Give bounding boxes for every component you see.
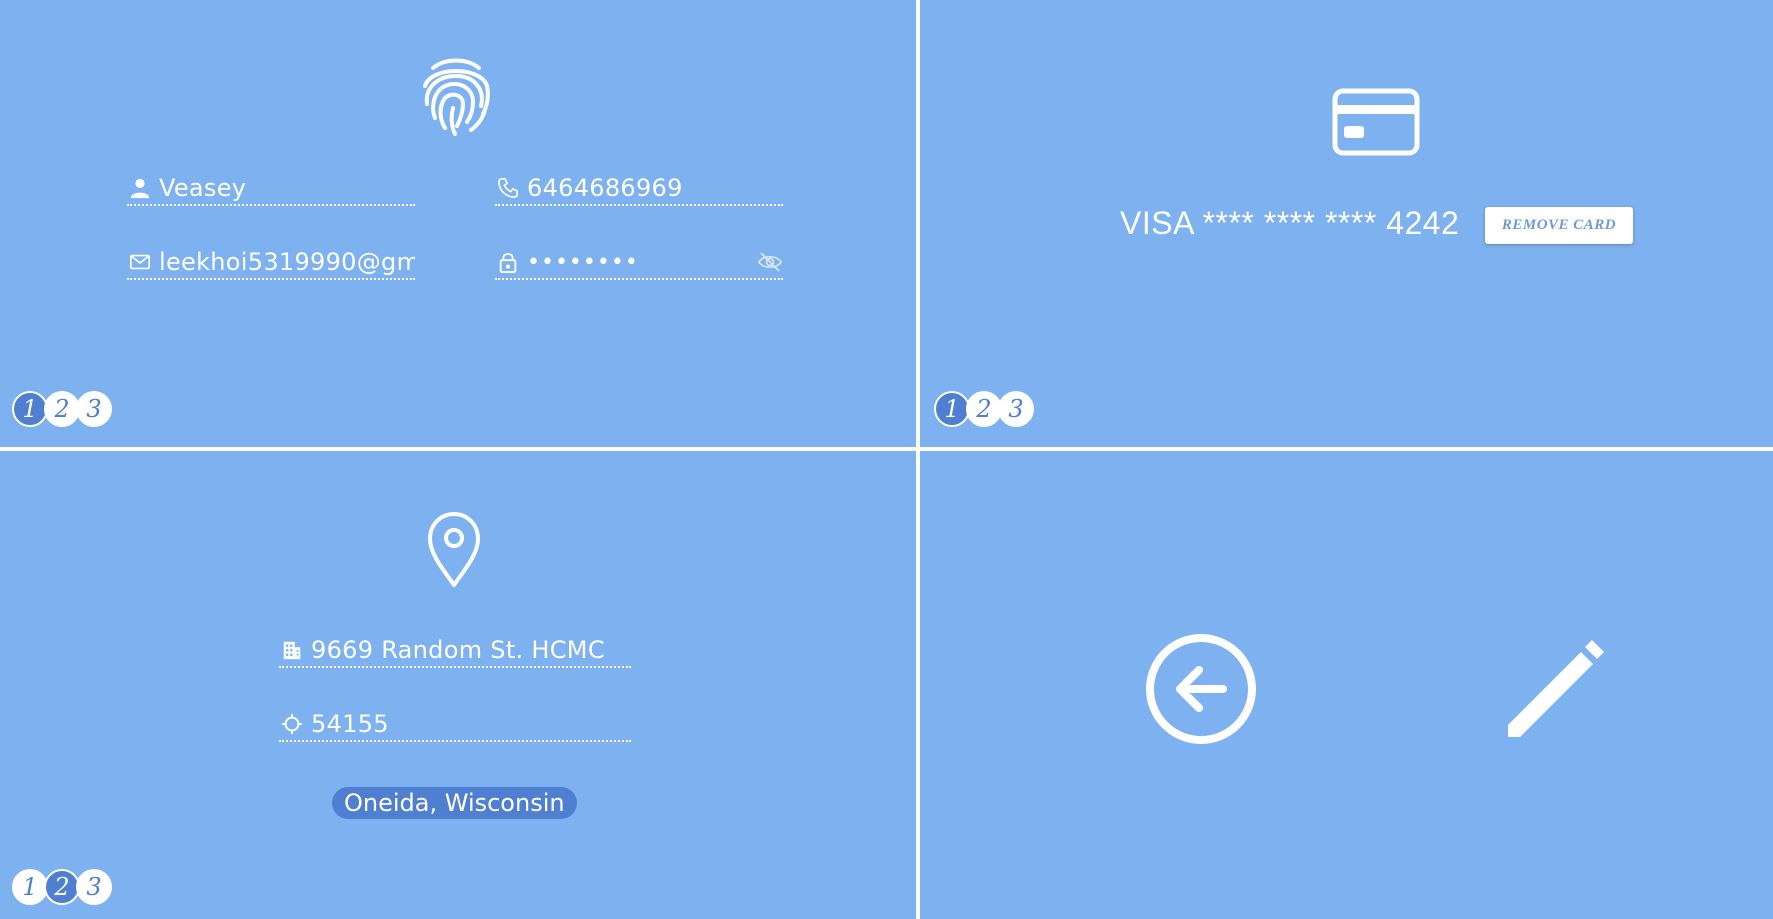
step-1[interactable]: 1	[12, 391, 48, 427]
email-value: leekhoi5319990@gmail.com	[159, 248, 415, 276]
building-icon	[279, 637, 305, 663]
card-number: VISA **** **** **** 4242	[1120, 205, 1460, 241]
step-1[interactable]: 1	[12, 869, 48, 905]
step-3[interactable]: 3	[76, 869, 112, 905]
lock-icon	[495, 249, 521, 275]
credit-card-icon	[1332, 88, 1420, 156]
zip-field[interactable]: 54155	[279, 708, 631, 742]
name-value: Veasey	[159, 174, 247, 202]
step-indicator: 1 2 3	[12, 869, 112, 905]
payment-panel: VISA **** **** **** 4242 REMOVE CARD 1 2…	[920, 0, 1773, 447]
step-indicator: 1 2 3	[934, 391, 1034, 427]
arrow-left-circle-icon[interactable]	[1145, 633, 1257, 745]
phone-field[interactable]: 6464686969	[495, 172, 783, 206]
step-3[interactable]: 3	[998, 391, 1034, 427]
location-badge: Oneida, Wisconsin	[332, 787, 577, 819]
password-value: ••••••••	[527, 249, 639, 275]
location-pin-icon	[428, 512, 480, 587]
actions-panel	[920, 451, 1773, 919]
step-1[interactable]: 1	[934, 391, 970, 427]
mail-icon	[127, 249, 153, 275]
address-panel: 9669 Random St. HCMC 54155 Oneida, Wisco…	[0, 451, 916, 919]
email-field[interactable]: leekhoi5319990@gmail.com	[127, 246, 415, 280]
step-2[interactable]: 2	[44, 869, 80, 905]
zip-value: 54155	[311, 710, 389, 738]
crosshair-icon	[279, 711, 305, 737]
account-panel: Veasey 6464686969 leekhoi5319990@gmail.c…	[0, 0, 916, 447]
step-indicator: 1 2 3	[12, 391, 112, 427]
street-value: 9669 Random St. HCMC	[311, 636, 605, 664]
phone-icon	[495, 175, 521, 201]
fingerprint-icon	[423, 58, 490, 136]
phone-value: 6464686969	[527, 174, 683, 202]
remove-card-button[interactable]: REMOVE CARD	[1485, 207, 1633, 244]
step-3[interactable]: 3	[76, 391, 112, 427]
name-field[interactable]: Veasey	[127, 172, 415, 206]
pencil-icon[interactable]	[1494, 631, 1606, 743]
eye-off-icon[interactable]	[757, 249, 783, 275]
password-field[interactable]: ••••••••	[495, 246, 783, 280]
step-2[interactable]: 2	[966, 391, 1002, 427]
step-2[interactable]: 2	[44, 391, 80, 427]
user-icon	[127, 175, 153, 201]
street-field[interactable]: 9669 Random St. HCMC	[279, 634, 631, 668]
